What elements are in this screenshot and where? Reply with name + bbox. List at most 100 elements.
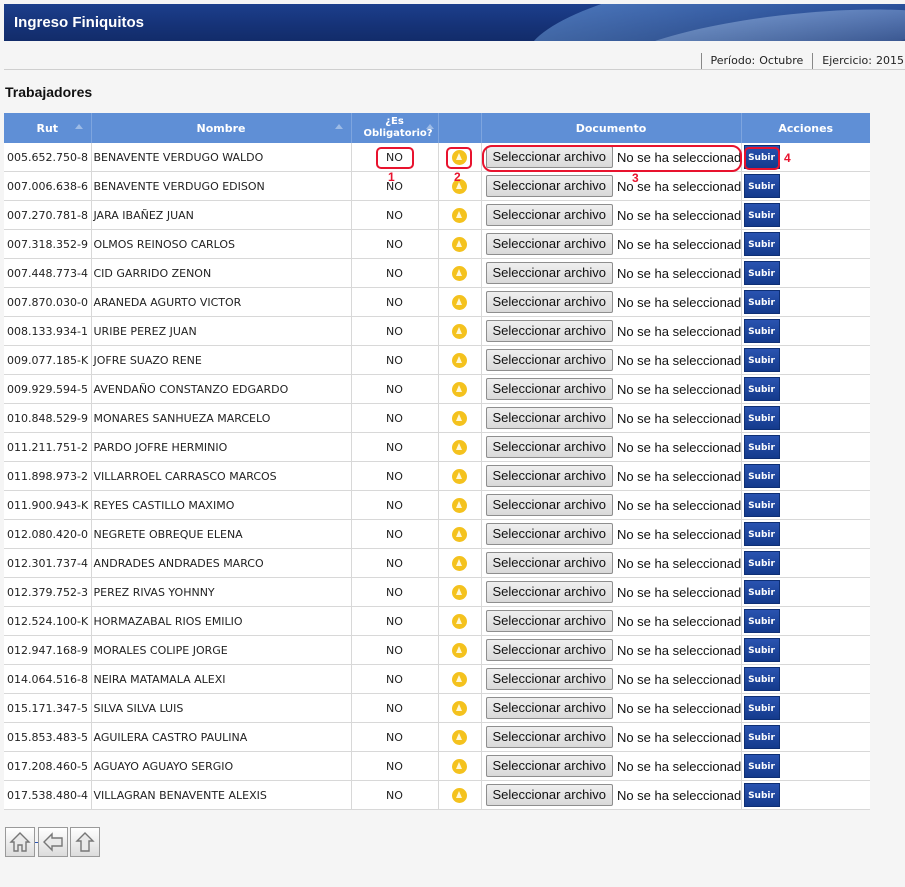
select-file-button[interactable]: Seleccionar archivo (485, 175, 613, 197)
select-file-button[interactable]: Seleccionar archivo (485, 552, 613, 574)
cell-obligatorio: NO (351, 693, 439, 723)
sort-arrow-icon[interactable] (425, 124, 434, 129)
warning-icon[interactable] (452, 207, 467, 223)
table-row: 008.133.934-1 URIBE PEREZ JUAN NO Seleccion… (4, 316, 870, 346)
file-status-text: No se ha seleccionado ningún archivo (616, 381, 741, 397)
upload-button[interactable]: Subir (743, 783, 780, 807)
upload-button[interactable]: Subir (743, 638, 780, 662)
warning-icon[interactable] (452, 323, 467, 339)
column-header-label: Rut (36, 121, 59, 135)
column-header-rut[interactable]: Rut (4, 113, 92, 143)
warning-icon[interactable] (452, 555, 467, 571)
cell-acciones: Subir (741, 316, 870, 346)
warning-icon[interactable] (452, 381, 467, 397)
upload-button[interactable]: Subir (743, 696, 780, 720)
upload-button[interactable]: Subir (743, 725, 780, 749)
warning-icon[interactable] (452, 410, 467, 426)
select-file-button[interactable]: Seleccionar archivo (485, 668, 613, 690)
select-file-button[interactable]: Seleccionar archivo (485, 581, 613, 603)
cell-nombre: AVENDAÑO CONSTANZO EDGARDO (91, 374, 352, 404)
warning-icon[interactable] (452, 787, 467, 803)
upload-button[interactable]: Subir (743, 232, 780, 256)
upload-button[interactable]: Subir (743, 435, 780, 459)
warning-icon[interactable] (452, 758, 467, 774)
upload-button[interactable]: Subir (743, 406, 780, 430)
select-file-button[interactable]: Seleccionar archivo (485, 436, 613, 458)
cell-acciones: Subir (741, 693, 870, 723)
warning-icon[interactable] (452, 613, 467, 629)
select-file-button[interactable]: Seleccionar archivo (485, 697, 613, 719)
warning-icon[interactable] (452, 497, 467, 513)
select-file-button[interactable]: Seleccionar archivo (485, 465, 613, 487)
file-status-text: No se ha seleccionado ningún archivo (616, 352, 741, 368)
upload-button[interactable]: Subir (743, 261, 780, 285)
upload-button[interactable]: Subir (743, 609, 780, 633)
warning-icon[interactable] (452, 294, 467, 310)
cell-status (438, 316, 482, 346)
upload-button[interactable]: Subir (743, 754, 780, 778)
warning-icon[interactable] (452, 236, 467, 252)
warning-icon[interactable] (452, 439, 467, 455)
warning-icon[interactable] (452, 700, 467, 716)
select-file-button[interactable]: Seleccionar archivo (485, 349, 613, 371)
home-button[interactable] (5, 827, 35, 857)
warning-icon[interactable] (452, 584, 467, 600)
sort-arrow-icon[interactable] (334, 124, 343, 129)
upload-button[interactable]: Subir (743, 377, 780, 401)
back-button[interactable] (38, 827, 68, 857)
upload-button[interactable]: Subir (743, 667, 780, 691)
warning-icon[interactable] (452, 526, 467, 542)
upload-button[interactable]: Subir (743, 580, 780, 604)
warning-icon[interactable] (452, 265, 467, 281)
cell-obligatorio: NO (351, 664, 439, 694)
cell-documento: Seleccionar archivo No se ha seleccionado… (481, 664, 742, 694)
upload-button[interactable]: Subir (743, 319, 780, 343)
cell-obligatorio: NO (351, 229, 439, 259)
warning-icon[interactable] (452, 642, 467, 658)
file-status-text: No se ha seleccionado ningún archivo (616, 265, 741, 281)
column-header-icon (438, 113, 482, 143)
warning-icon[interactable] (452, 671, 467, 687)
select-file-button[interactable]: Seleccionar archivo (485, 378, 613, 400)
select-file-button[interactable]: Seleccionar archivo (485, 320, 613, 342)
cell-obligatorio: NO (351, 287, 439, 317)
cell-documento: Seleccionar archivo No se ha seleccionado… (481, 635, 742, 665)
upload-button[interactable]: Subir (743, 348, 780, 372)
cell-documento: Seleccionar archivo No se ha seleccionado… (481, 490, 742, 520)
select-file-button[interactable]: Seleccionar archivo (485, 755, 613, 777)
warning-icon[interactable] (452, 729, 467, 745)
ejercicio-label: Ejercicio: (822, 54, 872, 67)
cell-rut: 012.301.737-4 (4, 548, 92, 578)
cell-rut: 009.929.594-5 (4, 374, 92, 404)
select-file-button[interactable]: Seleccionar archivo (485, 726, 613, 748)
select-file-button[interactable]: Seleccionar archivo (485, 639, 613, 661)
upload-button[interactable]: Subir (743, 290, 780, 314)
select-file-button[interactable]: Seleccionar archivo (485, 291, 613, 313)
table-row: 007.870.030-0 ARANEDA AGURTO VICTOR NO Sele… (4, 287, 870, 317)
select-file-button[interactable]: Seleccionar archivo (485, 784, 613, 806)
select-file-button[interactable]: Seleccionar archivo (485, 262, 613, 284)
upload-button[interactable]: Subir (743, 493, 780, 517)
column-header-obligatorio[interactable]: ¿Es Obligatorio? (351, 113, 439, 143)
select-file-button[interactable]: Seleccionar archivo (485, 610, 613, 632)
warning-icon[interactable] (452, 468, 467, 484)
column-header-nombre[interactable]: Nombre (91, 113, 352, 143)
cell-nombre: JOFRE SUAZO RENE (91, 345, 352, 375)
upload-button[interactable]: Subir (743, 464, 780, 488)
upload-button[interactable]: Subir (743, 522, 780, 546)
select-file-button[interactable]: Seleccionar archivo (485, 407, 613, 429)
warning-icon[interactable] (452, 352, 467, 368)
upload-button[interactable]: Subir (743, 174, 780, 198)
select-file-button[interactable]: Seleccionar archivo (485, 233, 613, 255)
select-file-button[interactable]: Seleccionar archivo (485, 204, 613, 226)
select-file-button[interactable]: Seleccionar archivo (485, 494, 613, 516)
upload-button[interactable]: Subir (743, 203, 780, 227)
upload-button[interactable]: Subir (743, 551, 780, 575)
cell-documento: Seleccionar archivo No se ha seleccionado… (481, 548, 742, 578)
up-button[interactable] (70, 827, 100, 857)
cell-status (438, 635, 482, 665)
cell-obligatorio: NO (351, 722, 439, 752)
sort-arrow-icon[interactable] (74, 124, 83, 129)
select-file-button[interactable]: Seleccionar archivo (485, 523, 613, 545)
file-status-text: No se ha seleccionado ningún archivo (616, 584, 741, 600)
